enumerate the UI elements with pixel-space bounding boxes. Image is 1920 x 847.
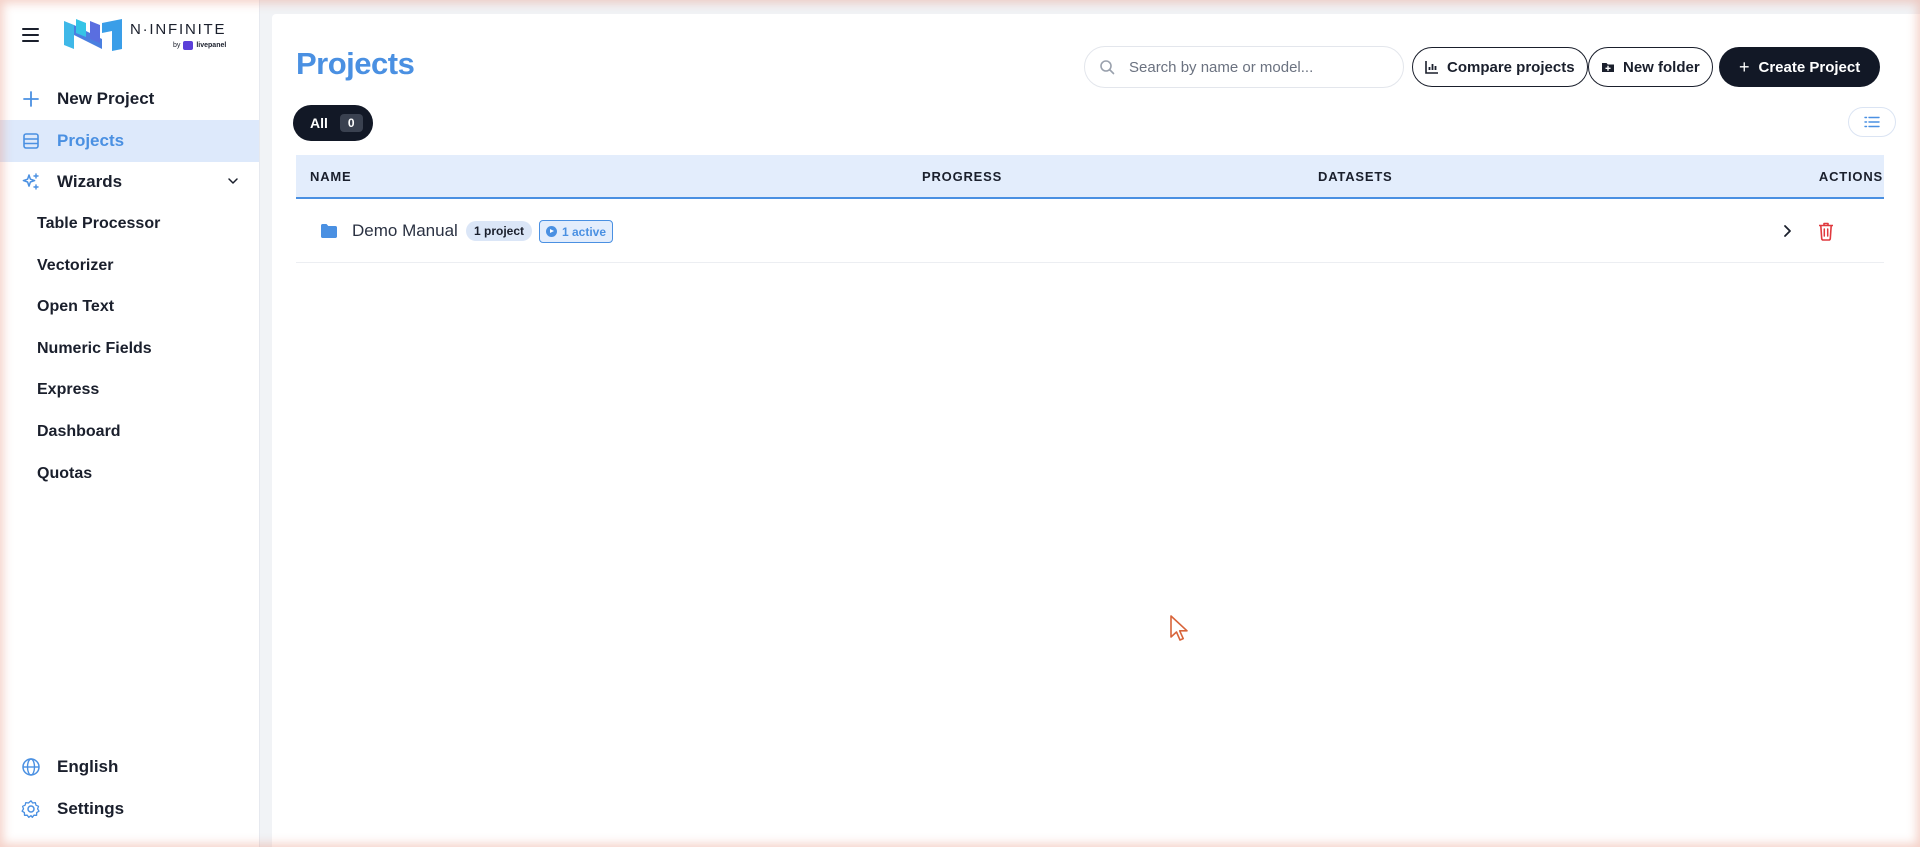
project-count-badge: 1 project (466, 221, 533, 241)
sidebar-subitem-express[interactable]: Express (37, 375, 99, 405)
folder-icon (321, 224, 337, 238)
create-project-button[interactable]: + Create Project (1719, 47, 1881, 87)
table-row[interactable]: Demo Manual 1 project 1 active (296, 199, 1884, 263)
mouse-cursor-icon (1170, 615, 1188, 641)
create-project-label: Create Project (1758, 58, 1861, 76)
logo[interactable]: N·INFINITE by livepanel (62, 17, 226, 53)
search-icon (1100, 60, 1115, 75)
chevron-right-icon[interactable] (1779, 223, 1795, 239)
bar-chart-icon (1425, 61, 1438, 74)
list-icon (1864, 116, 1880, 128)
active-status-badge: 1 active (539, 220, 614, 243)
search-box[interactable] (1084, 46, 1404, 88)
livepanel-logo-icon (183, 40, 194, 50)
sidebar-item-label: Settings (57, 799, 125, 818)
sidebar-item-label: New Project (57, 89, 155, 108)
sidebar: N·INFINITE by livepanel New Project Proj… (0, 0, 260, 847)
sidebar-subitem-open-text[interactable]: Open Text (37, 292, 114, 322)
table-icon (21, 131, 41, 151)
brand-by-name: livepanel (196, 41, 227, 49)
trash-icon[interactable] (1817, 221, 1835, 241)
column-header-actions: ACTIONS (1818, 168, 1883, 184)
main-panel: Projects Compare projects New folder + C… (272, 14, 1920, 847)
brand-name: N·INFINITE (130, 20, 227, 38)
play-circle-icon (546, 226, 557, 237)
list-view-toggle[interactable] (1848, 107, 1896, 137)
globe-icon (21, 757, 41, 777)
sidebar-item-settings[interactable]: Settings (0, 788, 259, 830)
new-folder-button[interactable]: New folder (1588, 47, 1713, 87)
hamburger-menu-icon[interactable] (22, 28, 40, 42)
sidebar-item-label: Wizards (57, 172, 123, 191)
sidebar-subitem-dashboard[interactable]: Dashboard (37, 417, 121, 447)
filter-all-label: All (310, 115, 328, 131)
search-input[interactable] (1129, 58, 1379, 76)
filter-all-tab[interactable]: All 0 (293, 105, 373, 141)
page-title: Projects (296, 46, 415, 81)
brand-by-label: by (172, 41, 181, 49)
sidebar-subitem-numeric-fields[interactable]: Numeric Fields (37, 334, 152, 364)
new-folder-label: New folder (1623, 58, 1700, 76)
sidebar-item-label: English (57, 757, 119, 776)
projects-table: NAME PROGRESS DATASETS ACTIONS Demo Manu… (296, 155, 1884, 263)
n-infinite-logo-mark (64, 19, 122, 51)
plus-icon (21, 89, 41, 109)
column-header-name[interactable]: NAME (310, 155, 351, 197)
brand-byline: by livepanel (172, 40, 227, 50)
column-header-progress[interactable]: PROGRESS (922, 155, 1002, 197)
sidebar-item-label: Projects (57, 131, 125, 150)
brand-header: N·INFINITE by livepanel (22, 14, 226, 56)
plus-icon: + (1739, 57, 1750, 77)
table-header: NAME PROGRESS DATASETS ACTIONS (296, 155, 1884, 199)
compare-projects-button[interactable]: Compare projects (1412, 47, 1588, 87)
folder-plus-icon (1602, 63, 1614, 72)
chevron-down-icon[interactable] (227, 175, 239, 187)
sidebar-item-wizards[interactable]: Wizards (0, 161, 259, 203)
sidebar-item-projects[interactable]: Projects (0, 120, 259, 162)
filter-all-count: 0 (339, 114, 363, 132)
sidebar-subitem-vectorizer[interactable]: Vectorizer (37, 251, 113, 281)
active-status-label: 1 active (562, 224, 607, 239)
sidebar-item-language[interactable]: English (0, 746, 259, 788)
gear-icon (21, 799, 41, 819)
sidebar-subitem-table-processor[interactable]: Table Processor (37, 209, 160, 239)
sidebar-subitem-quotas[interactable]: Quotas (37, 459, 92, 489)
sparkles-icon (21, 172, 41, 192)
sidebar-item-new-project[interactable]: New Project (0, 78, 259, 120)
compare-projects-label: Compare projects (1447, 58, 1575, 76)
column-header-datasets[interactable]: DATASETS (1318, 155, 1393, 197)
row-name[interactable]: Demo Manual (352, 221, 458, 241)
